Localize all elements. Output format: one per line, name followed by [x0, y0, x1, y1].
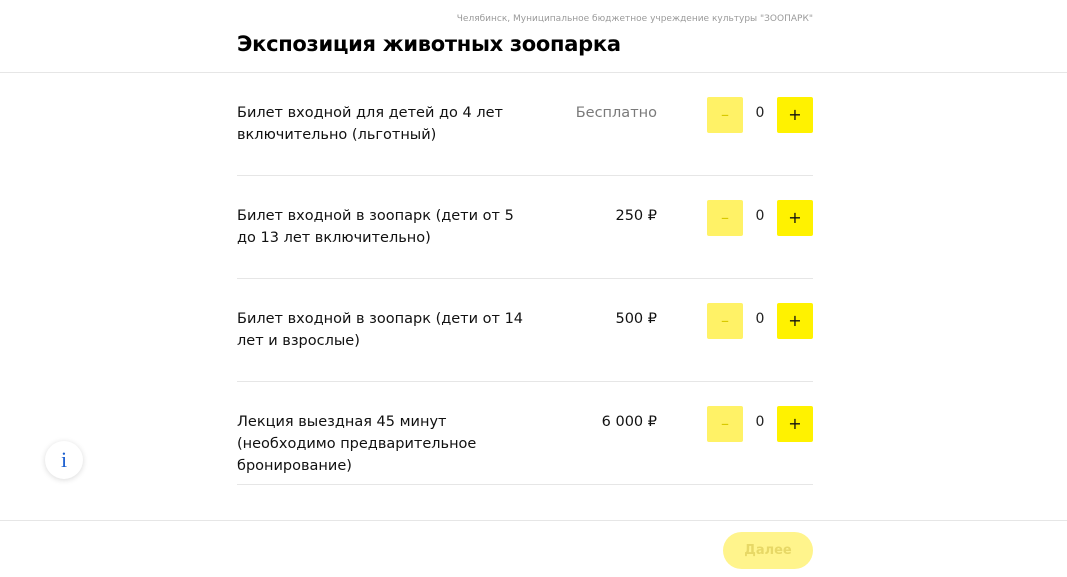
increase-button[interactable]: +: [777, 97, 813, 133]
ticket-name: Лекция выездная 45 минут (необходимо пре…: [237, 414, 477, 474]
increase-button[interactable]: +: [777, 303, 813, 339]
ticket-price: Бесплатно: [575, 105, 657, 121]
quantity-stepper: – 0 +: [707, 406, 813, 443]
decrease-button[interactable]: –: [707, 200, 743, 236]
ticket-row: Лекция выездная 45 минут (необходимо пре…: [237, 382, 813, 485]
organization-name: Челябинск, Муниципальное бюджетное учреж…: [456, 14, 813, 24]
ticket-list: Билет входной для детей до 4 лет включит…: [237, 73, 813, 485]
ticket-price: 250 ₽: [615, 208, 657, 224]
info-icon[interactable]: i: [45, 441, 83, 479]
ticket-name: Билет входной в зоопарк (дети от 14 лет …: [237, 311, 524, 349]
quantity-stepper: – 0 +: [707, 303, 813, 340]
quantity-value: 0: [755, 208, 765, 224]
ticket-price: 6 000 ₽: [601, 414, 657, 430]
quantity-stepper: – 0 +: [707, 97, 813, 134]
quantity-value: 0: [755, 105, 765, 121]
next-button[interactable]: Далее: [723, 532, 813, 569]
quantity-value: 0: [755, 311, 765, 327]
increase-button[interactable]: +: [777, 406, 813, 442]
ticket-row: Билет входной для детей до 4 лет включит…: [237, 73, 813, 176]
decrease-button[interactable]: –: [707, 303, 743, 339]
decrease-button[interactable]: –: [707, 406, 743, 442]
decrease-button[interactable]: –: [707, 97, 743, 133]
quantity-stepper: – 0 +: [707, 200, 813, 237]
ticket-name: Билет входной для детей до 4 лет включит…: [237, 105, 503, 143]
ticket-row: Билет входной в зоопарк (дети от 14 лет …: [237, 279, 813, 382]
quantity-value: 0: [755, 414, 765, 430]
ticket-name: Билет входной в зоопарк (дети от 5 до 13…: [237, 208, 514, 246]
page-header: Челябинск, Муниципальное бюджетное учреж…: [0, 0, 1067, 73]
increase-button[interactable]: +: [777, 200, 813, 236]
ticket-selection-page: Челябинск, Муниципальное бюджетное учреж…: [0, 0, 1067, 577]
footer-divider: [0, 520, 1067, 521]
ticket-price: 500 ₽: [615, 311, 657, 327]
page-title: Экспозиция животных зоопарка: [237, 32, 621, 56]
ticket-row: Билет входной в зоопарк (дети от 5 до 13…: [237, 176, 813, 279]
